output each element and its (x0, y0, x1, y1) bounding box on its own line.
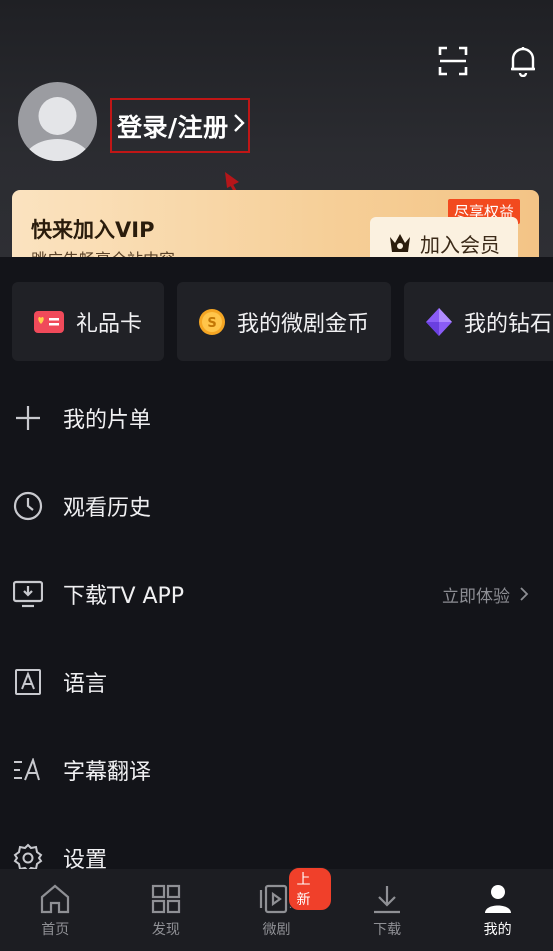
profile-header: 登录/注册 快来加入VIP 跳广告畅享全站内容 尽享权益 加入会员 (0, 0, 553, 270)
menu-item-language[interactable]: 语言 (0, 638, 553, 726)
tab-label: 我的 (483, 922, 512, 938)
download-icon (374, 886, 401, 914)
gift-card-icon (34, 310, 64, 333)
chevron-right-icon (520, 587, 529, 601)
menu-item-label: 字幕翻译 (63, 760, 152, 785)
tab-profile[interactable]: 我的 (442, 869, 553, 951)
bell-icon[interactable] (507, 44, 539, 78)
diamond-icon (426, 307, 453, 336)
chip-label: 礼品卡 (76, 311, 143, 337)
chip-coins[interactable]: S 我的微剧金币 (177, 282, 392, 361)
chip-gift-card[interactable]: 礼品卡 (12, 282, 165, 361)
bottom-tab-bar: 首页 发现 微剧 上新 下载 我的 (0, 867, 553, 951)
clock-icon (13, 491, 43, 521)
menu-list: 我的片单 观看历史 下载TV APP 立即体验 语言 字幕翻译 设置 (0, 374, 553, 902)
menu-item-subtitle-translate[interactable]: 字幕翻译 (0, 726, 553, 814)
menu-item-label: 下载TV APP (63, 584, 185, 609)
chip-label: 我的钻石 (464, 311, 553, 337)
chip-label: 我的微剧金币 (237, 311, 370, 337)
tab-download[interactable]: 下载 (332, 869, 443, 951)
crown-icon (390, 234, 410, 252)
coin-icon: S (199, 308, 226, 335)
default-avatar-icon (23, 97, 92, 161)
chevron-right-icon (233, 113, 245, 138)
subtitle-translate-icon (13, 755, 43, 785)
menu-item-label: 我的片单 (63, 408, 152, 433)
language-icon (13, 667, 43, 697)
chip-diamonds[interactable]: 我的钻石 (404, 282, 553, 361)
tab-home[interactable]: 首页 (0, 869, 111, 951)
login-register-button[interactable]: 登录/注册 (110, 98, 250, 153)
menu-sheet: 礼品卡 S 我的微剧金币 我的钻石 我的片单 观看历史 下载TV APP 立即体… (0, 257, 553, 873)
new-badge: 上新 (287, 867, 332, 911)
tab-short-drama[interactable]: 微剧 上新 (221, 867, 332, 951)
menu-item-label: 观看历史 (63, 496, 152, 521)
home-icon (41, 884, 70, 914)
try-now-link[interactable]: 立即体验 (442, 582, 529, 607)
menu-item-playlist[interactable]: 我的片单 (0, 374, 553, 462)
top-actions (437, 44, 539, 78)
tv-download-icon (13, 579, 43, 609)
menu-item-tv-app[interactable]: 下载TV APP 立即体验 (0, 550, 553, 638)
avatar[interactable] (18, 82, 97, 161)
menu-item-history[interactable]: 观看历史 (0, 462, 553, 550)
tab-label: 下载 (373, 922, 402, 938)
menu-item-label: 语言 (63, 672, 108, 697)
tab-label: 发现 (151, 922, 180, 938)
vip-title: 快来加入VIP (31, 218, 155, 242)
login-register-label: 登录/注册 (117, 112, 229, 142)
scan-icon[interactable] (437, 44, 469, 78)
svg-text:S: S (207, 316, 216, 331)
tab-label: 首页 (41, 922, 70, 938)
join-vip-label: 加入会员 (420, 232, 500, 257)
try-now-label: 立即体验 (442, 586, 510, 607)
tab-label: 微剧 (262, 922, 291, 938)
wallet-chips: 礼品卡 S 我的微剧金币 我的钻石 (12, 282, 553, 361)
profile-icon (484, 885, 511, 913)
plus-icon (13, 403, 43, 433)
grid-icon (151, 884, 180, 914)
tab-discover[interactable]: 发现 (111, 869, 222, 951)
